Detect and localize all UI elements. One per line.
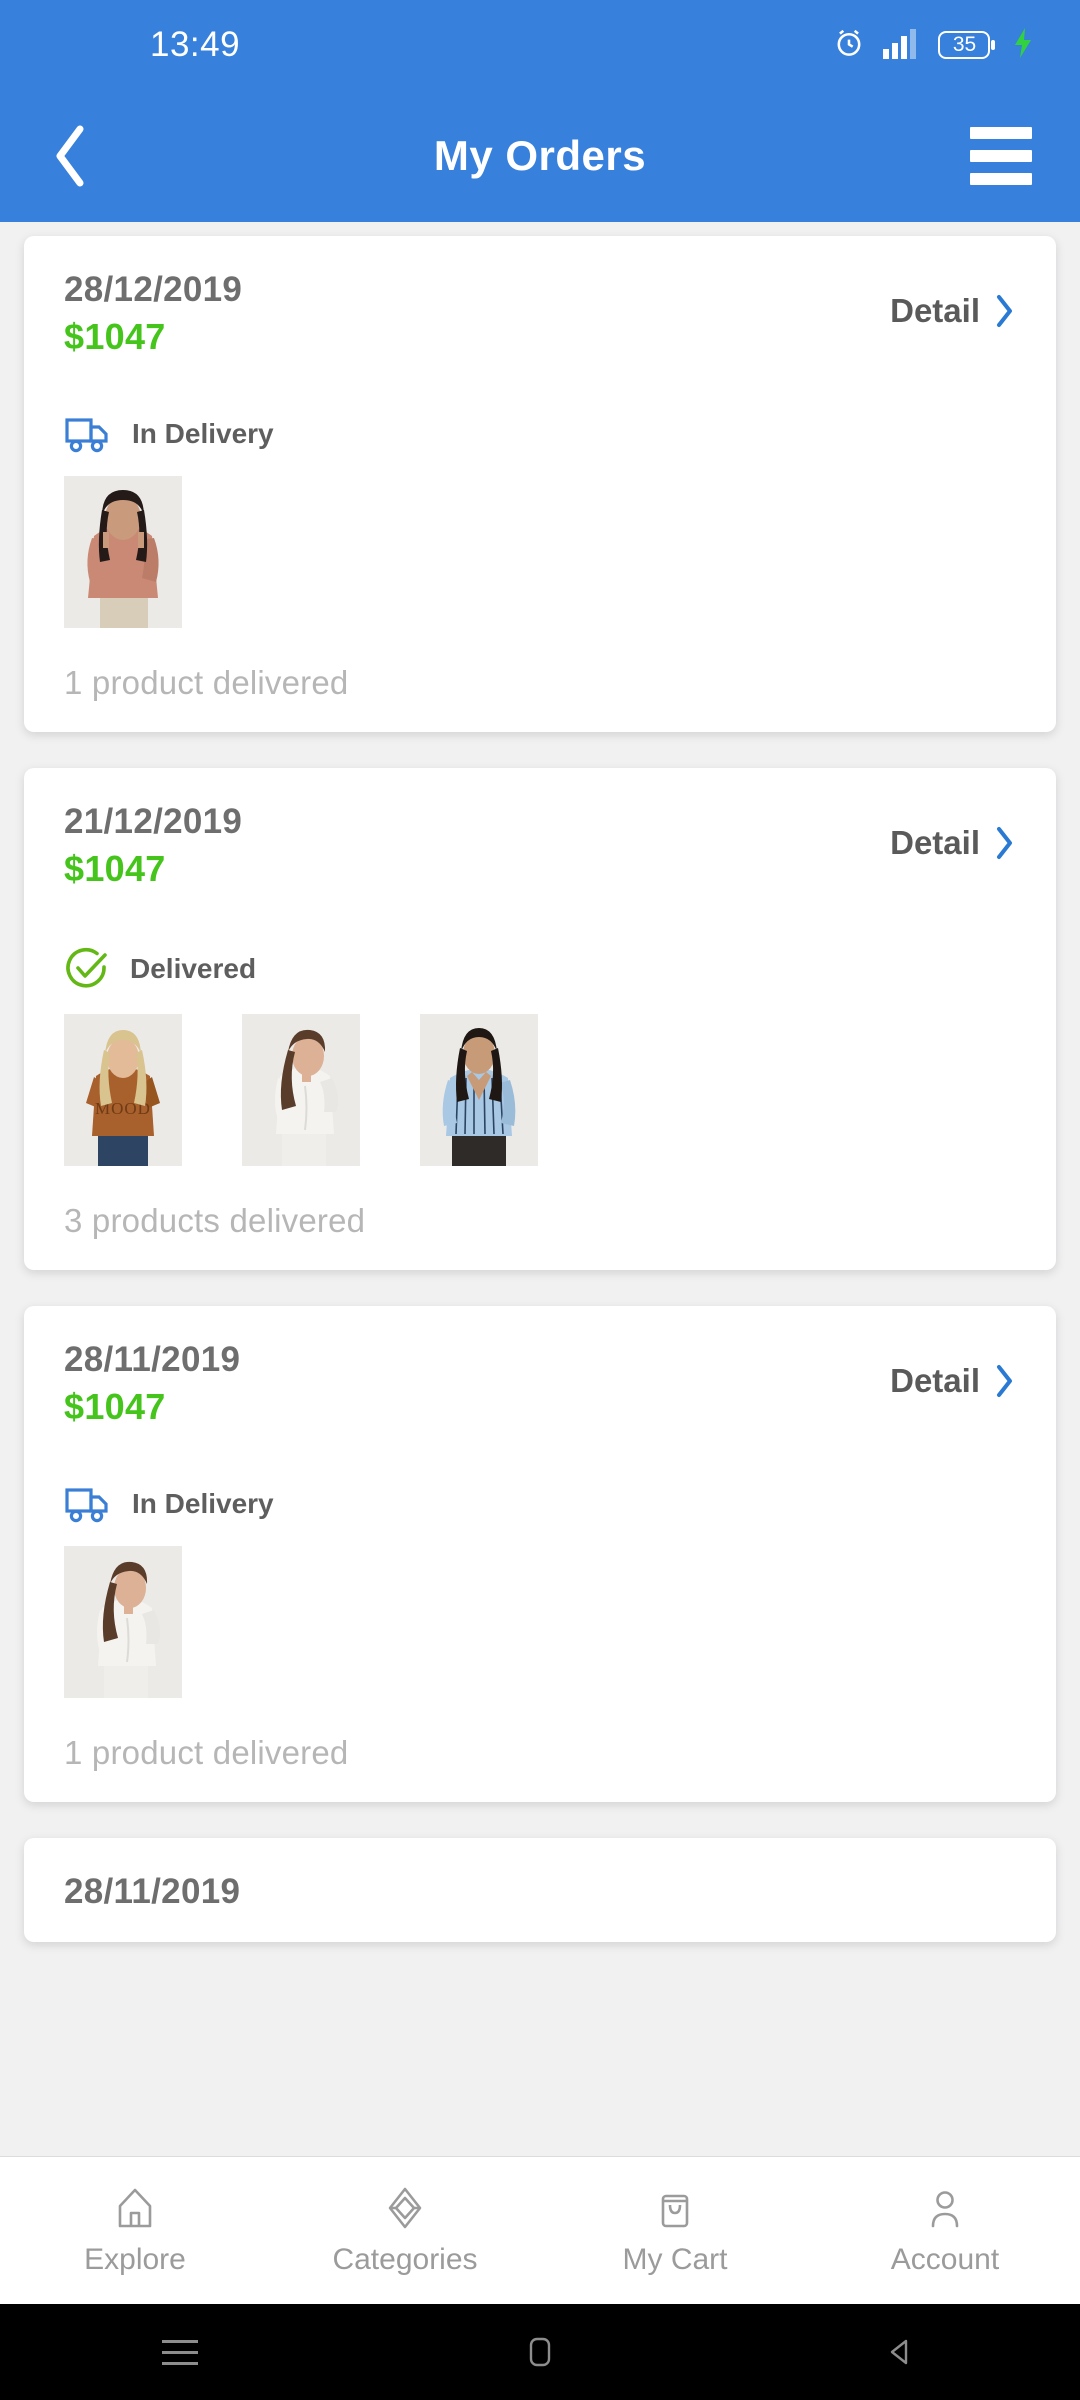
order-detail-link[interactable]: Detail <box>890 824 1016 862</box>
order-status-label: In Delivery <box>132 1488 274 1519</box>
order-header: 28/11/2019 $1047 Detail <box>64 1340 1016 1428</box>
back-triangle-icon <box>890 2339 908 2365</box>
home-square-icon <box>529 2337 551 2367</box>
order-price: $1047 <box>64 1386 166 1427</box>
brown-mood-tee-image: MOOD <box>64 1014 182 1166</box>
order-card[interactable]: 28/11/2019 <box>24 1838 1056 1942</box>
detail-label: Detail <box>890 292 980 329</box>
order-card[interactable]: 28/11/2019 $1047 Detail In Delivery 1 pr… <box>24 1306 1056 1802</box>
status-time: 13:49 <box>150 25 241 64</box>
delivery-truck-icon <box>65 1488 108 1523</box>
order-summary-left: 28/11/2019 $1047 <box>64 1340 240 1428</box>
nav-item-explore[interactable]: Explore <box>0 2185 270 2277</box>
order-thumbnails: MOOD <box>64 1014 1016 1166</box>
status-bar: 13:49 35 <box>0 0 1080 90</box>
alarm-clock-icon <box>832 26 866 65</box>
home-button[interactable] <box>360 2334 720 2370</box>
chevron-right-icon <box>997 295 1012 327</box>
nav-label: Categories <box>332 2242 478 2276</box>
chevron-right-icon <box>997 1365 1012 1397</box>
order-date: 28/11/2019 <box>64 1340 241 1379</box>
hamburger-menu-icon[interactable] <box>970 127 1032 185</box>
battery-icon: 35 <box>938 29 996 61</box>
order-products-summary: 3 products delivered <box>64 1202 366 1239</box>
person-icon <box>931 2190 959 2227</box>
app-bar: My Orders <box>0 90 1080 222</box>
cube-diamond-icon <box>388 2187 422 2228</box>
order-price: $1047 <box>64 848 166 889</box>
nav-item-my-cart[interactable]: My Cart <box>540 2185 810 2277</box>
order-card[interactable]: 28/12/2019 $1047 Detail In Delivery 1 pr… <box>24 236 1056 732</box>
rose-ruffle-blouse-image <box>64 476 182 628</box>
order-detail-link[interactable]: Detail <box>890 1362 1016 1400</box>
chevron-right-icon <box>997 827 1012 859</box>
orders-list[interactable]: 28/12/2019 $1047 Detail In Delivery 1 pr… <box>0 222 1080 2156</box>
nav-label: My Cart <box>622 2242 728 2276</box>
order-date: 28/11/2019 <box>64 1872 241 1911</box>
nav-item-categories[interactable]: Categories <box>270 2185 540 2277</box>
nav-label: Account <box>890 2242 1000 2276</box>
page-title: My Orders <box>433 132 647 179</box>
charging-bolt-icon <box>1012 27 1034 64</box>
order-card[interactable]: 21/12/2019 $1047 Detail Delivered MOOD 3… <box>24 768 1056 1270</box>
product-thumbnail[interactable] <box>242 1014 360 1166</box>
order-header: 28/12/2019 $1047 Detail <box>64 270 1016 358</box>
white-drawstring-set-image <box>242 1014 360 1166</box>
check-circle-icon <box>66 948 107 988</box>
order-summary-left: 28/12/2019 $1047 <box>64 270 242 358</box>
order-date: 28/12/2019 <box>64 270 243 309</box>
recent-apps-button[interactable] <box>0 2339 360 2365</box>
blue-striped-shirt-image <box>420 1014 538 1166</box>
home-icon <box>118 2188 152 2227</box>
product-thumbnail[interactable] <box>420 1014 538 1166</box>
order-status-label: Delivered <box>130 953 257 984</box>
product-thumbnail[interactable] <box>64 1546 182 1698</box>
order-header: 28/11/2019 <box>64 1872 1016 1912</box>
order-status-row: In Delivery <box>64 414 1016 454</box>
product-thumbnail[interactable] <box>64 476 182 628</box>
order-price: $1047 <box>64 316 166 357</box>
android-navigation-bar <box>0 2304 1080 2400</box>
shopping-bag-icon <box>661 2194 689 2227</box>
bottom-navigation: Explore Categories My Cart Account <box>0 2156 1080 2304</box>
app-root: 13:49 35 My Orders 28/12/2019 $1047 Deta… <box>0 0 1080 2400</box>
white-drawstring-set-image <box>64 1546 182 1698</box>
order-status-row: Delivered <box>64 946 1016 992</box>
order-thumbnails <box>64 1546 1016 1698</box>
order-status-row: In Delivery <box>64 1484 1016 1524</box>
delivery-truck-icon <box>65 418 108 453</box>
order-summary-left: 28/11/2019 <box>64 1872 240 1912</box>
order-thumbnails <box>64 476 1016 628</box>
order-products-summary: 1 product delivered <box>64 664 349 701</box>
recent-apps-icon <box>162 2339 198 2365</box>
nav-label: Explore <box>84 2242 186 2276</box>
battery-percent: 35 <box>952 33 977 56</box>
back-button[interactable] <box>48 121 108 191</box>
product-thumbnail[interactable]: MOOD <box>64 1014 182 1166</box>
chevron-left-icon <box>56 125 84 187</box>
detail-label: Detail <box>890 1362 980 1399</box>
order-date: 21/12/2019 <box>64 802 243 841</box>
detail-label: Detail <box>890 824 980 861</box>
order-summary-left: 21/12/2019 $1047 <box>64 802 242 890</box>
back-button-android[interactable] <box>720 2335 1080 2369</box>
signal-bars-icon <box>882 27 922 64</box>
nav-item-account[interactable]: Account <box>810 2185 1080 2277</box>
order-header: 21/12/2019 $1047 Detail <box>64 802 1016 890</box>
order-products-summary: 1 product delivered <box>64 1734 349 1771</box>
status-bar-icons: 35 <box>832 26 1034 65</box>
order-status-label: In Delivery <box>132 418 274 449</box>
order-detail-link[interactable]: Detail <box>890 292 1016 330</box>
